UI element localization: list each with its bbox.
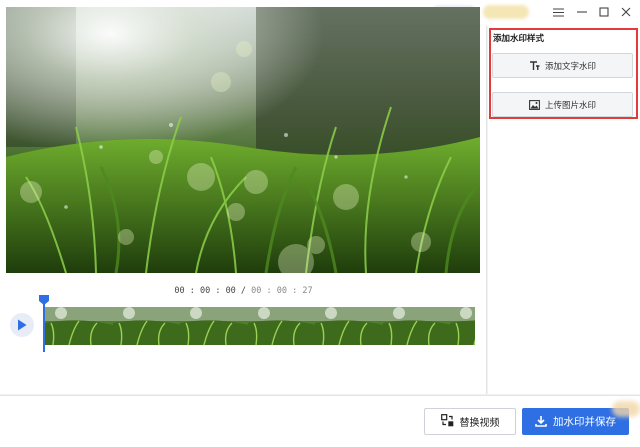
add-watermark-save-label: 加水印并保存 [553,416,616,428]
floating-widget[interactable] [612,401,640,417]
timeline-track[interactable] [45,307,475,345]
replace-video-button[interactable]: 替换视频 [424,408,516,435]
replace-video-label: 替换视频 [459,418,500,429]
menu-button[interactable] [548,3,568,21]
play-button[interactable] [10,313,34,337]
playhead-line [43,298,45,352]
playhead-handle[interactable] [39,295,49,305]
timeline-thumbnail [180,307,248,345]
minimize-button[interactable] [572,3,592,21]
vip-badge[interactable] [483,5,529,19]
timeline-thumbnail [45,307,113,345]
minimize-icon [577,11,587,13]
total-time: 00 : 00 : 27 [251,286,313,296]
time-separator: / [235,286,252,296]
panel-title: 添加水印样式 [493,34,545,44]
text-icon [529,60,540,71]
close-button[interactable] [616,3,636,21]
time-readout: 00 : 00 : 00 / 00 : 00 : 27 [0,286,487,296]
upload-image-watermark-button[interactable]: 上传图片水印 [492,92,633,117]
download-icon [535,412,547,431]
play-icon [18,319,27,331]
timeline-thumbnail [450,307,475,345]
current-time: 00 : 00 : 00 [174,286,236,296]
add-text-watermark-label: 添加文字水印 [544,61,596,72]
upload-image-watermark-label: 上传图片水印 [544,100,596,111]
image-icon [529,99,540,110]
video-preview[interactable] [6,7,480,273]
maximize-button[interactable] [594,3,614,21]
timeline-thumbnail [382,307,450,345]
timeline-thumbnail [315,307,383,345]
close-icon [621,7,631,17]
swap-icon [440,412,454,431]
maximize-icon [599,7,609,17]
timeline-thumbnail [247,307,315,345]
timeline-thumbnail [112,307,180,345]
menu-icon [552,7,564,17]
add-text-watermark-button[interactable]: 添加文字水印 [492,53,633,78]
